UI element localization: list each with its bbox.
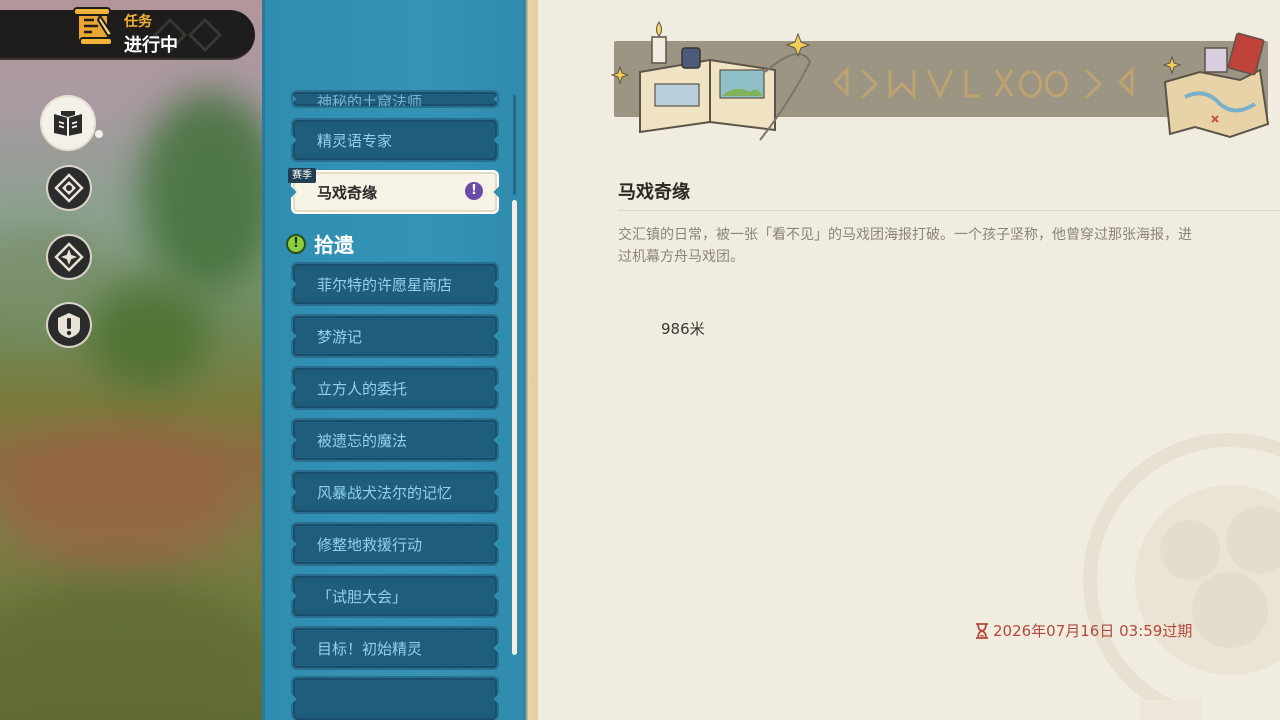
quest-item-label: 立方人的委托	[317, 379, 408, 398]
quest-list-scrollbar[interactable]	[512, 200, 517, 655]
quest-title: 马戏奇缘	[618, 182, 690, 203]
exclamation-icon: !	[286, 233, 306, 254]
quest-expiry: 2026年07月16日 03:59过期	[975, 620, 1192, 641]
quest-item-label: 目标！初始精灵	[317, 639, 423, 658]
header-title: 进行中	[124, 35, 178, 56]
quest-item[interactable]: 修整地救援行动	[291, 522, 499, 566]
quest-item-label: 马戏奇缘	[317, 183, 378, 202]
section-label: 拾遗	[314, 233, 354, 257]
world-background	[0, 0, 264, 720]
quest-item[interactable]: 立方人的委托	[291, 366, 499, 410]
open-book-icon	[54, 111, 82, 136]
quest-description: 交汇镇的日常，被一张「看不见」的马戏团海报打破。一个孩子坚称，他曾穿过那张海报，…	[618, 224, 1280, 268]
description-line: 过机幕方舟马戏团。	[618, 249, 744, 265]
quest-item-label: 梦游记	[317, 327, 363, 346]
description-line: 交汇镇的日常，被一张「看不见」的马戏团海报打破。一个孩子坚称，他曾穿过那张海报，…	[618, 227, 1192, 243]
corner-overlay	[1140, 700, 1202, 720]
quest-item-label: 精灵语专家	[317, 131, 393, 150]
map-marker-a-button[interactable]	[48, 167, 90, 209]
quest-scroll-icon	[73, 7, 114, 46]
quest-item[interactable]: 「试胆大会」	[291, 574, 499, 618]
quest-item-partial-bottom[interactable]	[291, 676, 499, 720]
quest-item[interactable]: 梦游记	[291, 314, 499, 358]
title-divider	[618, 210, 1280, 211]
quest-item[interactable]: 菲尔特的许愿星商店	[291, 262, 499, 306]
quest-item-label: 被遗忘的魔法	[317, 431, 408, 450]
scrollbar-track	[513, 95, 516, 195]
quest-distance: 986米	[661, 320, 705, 338]
quest-book-button[interactable]	[42, 97, 94, 149]
map-marker-b-button[interactable]	[48, 236, 90, 278]
compass-diamond-icon	[54, 173, 84, 203]
season-tag: 赛季	[288, 168, 316, 183]
header-subtitle: 任务	[124, 14, 152, 30]
compass-star-icon	[54, 242, 84, 272]
quest-item-partial[interactable]: 神秘的土窟法师	[291, 90, 499, 108]
exclamation-badge-icon: !	[465, 182, 483, 200]
quest-item-label: 「试胆大会」	[317, 587, 408, 606]
quest-item-label: 菲尔特的许愿星商店	[317, 275, 453, 294]
alert-button[interactable]	[48, 304, 90, 346]
selection-dot	[95, 130, 103, 138]
background-emblem	[1083, 433, 1280, 700]
panel-edge	[524, 0, 532, 720]
quest-item[interactable]: 目标！初始精灵	[291, 626, 499, 670]
quest-item-label: 修整地救援行动	[317, 535, 423, 554]
expiry-text: 2026年07月16日 03:59过期	[993, 622, 1193, 640]
quest-item[interactable]: 风暴战犬法尔的记忆	[291, 470, 499, 514]
quest-item[interactable]: 精灵语专家	[291, 118, 499, 162]
hourglass-icon	[976, 622, 988, 639]
storybook-illustration	[610, 21, 1270, 141]
quest-item[interactable]: 被遗忘的魔法	[291, 418, 499, 462]
section-header: ! 拾遗	[286, 229, 354, 258]
quest-item-label: 风暴战犬法尔的记忆	[317, 483, 453, 502]
exclamation-shield-icon	[58, 313, 80, 338]
